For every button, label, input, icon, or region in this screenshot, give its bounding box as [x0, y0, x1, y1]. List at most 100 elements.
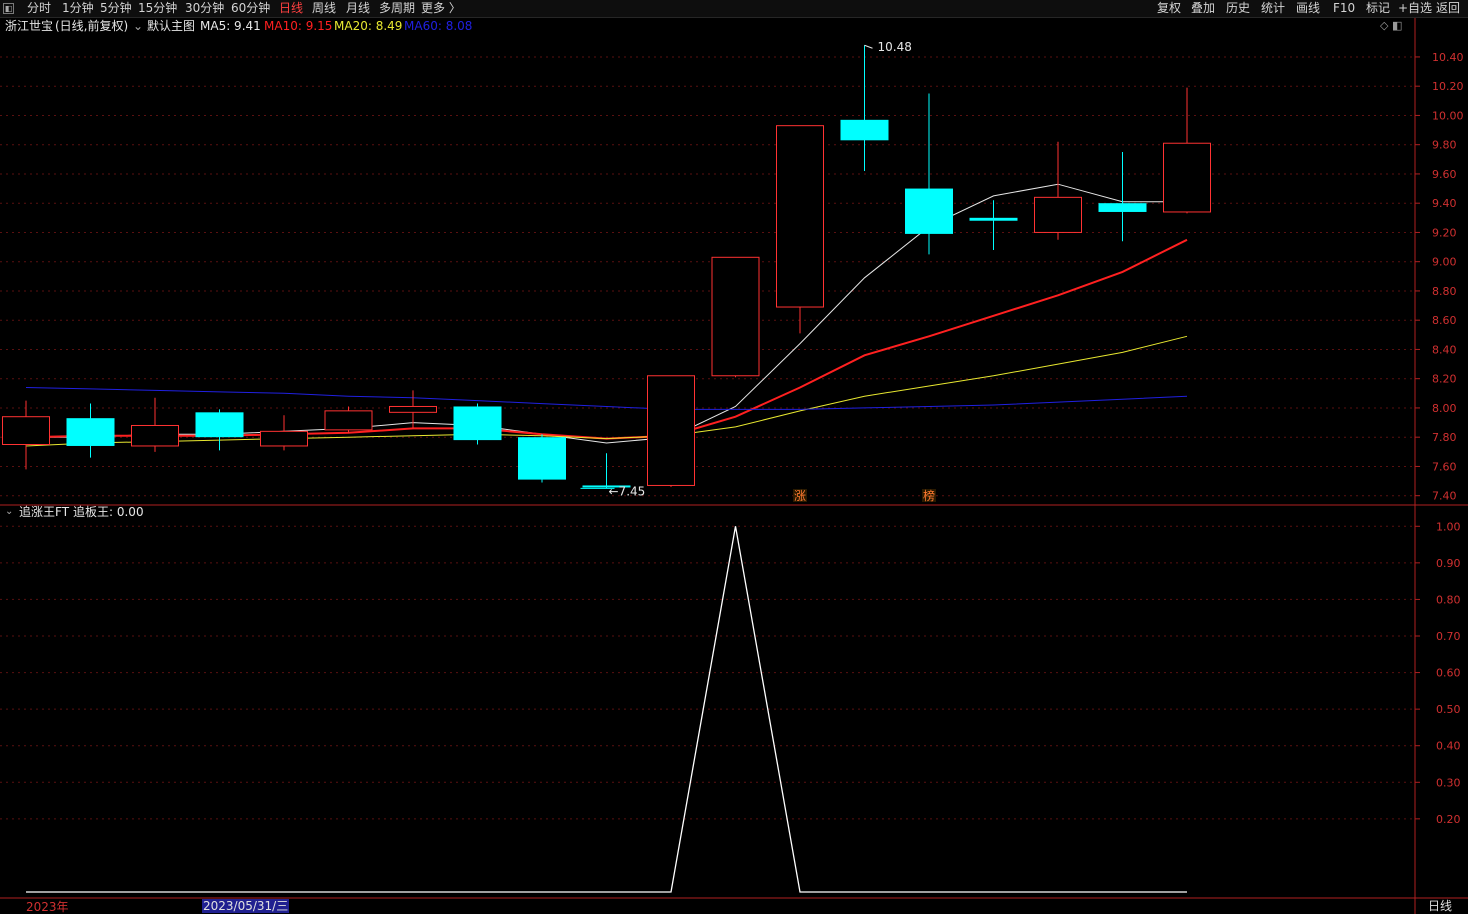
tab-multi-period[interactable]: 多周期: [379, 0, 415, 17]
chart-canvas[interactable]: 7.40 7.60 7.80 8.00 8.20 8.40 8.60 8.80 9.00 9.20…: [0, 0, 1468, 914]
high-price-label: 10.48: [878, 40, 912, 54]
collapse-icon[interactable]: ◧: [3, 3, 14, 14]
indicator-tick-label: 0.40: [1436, 740, 1461, 753]
tab-fenshi[interactable]: 分时: [27, 0, 51, 17]
event-marker: 榜: [923, 488, 935, 503]
indicator-tick-label: 0.60: [1436, 667, 1461, 680]
candle-body-down: [453, 406, 502, 441]
candle-body-down: [1098, 203, 1147, 212]
indicator-tick-label: 0.90: [1436, 557, 1461, 570]
price-tick-label: 8.40: [1432, 343, 1457, 356]
candle-body-up: [711, 256, 760, 377]
tab-more[interactable]: 更多 〉: [421, 0, 461, 17]
ma5-label: MA5: 9.41: [200, 19, 261, 33]
indicator-axis: 0.20 0.30 0.40 0.50 0.60 0.70 0.80 0.90 1.00: [1415, 520, 1461, 826]
candle-body-up: [389, 405, 437, 413]
candle: [1034, 141, 1082, 240]
tab-weekly[interactable]: 周线: [312, 0, 336, 17]
candle-body-up: [1034, 196, 1082, 233]
dropdown-icon[interactable]: ⌄: [133, 18, 143, 34]
candle: [969, 200, 1018, 250]
indicator-tick-label: 0.50: [1436, 703, 1461, 716]
price-tick-label: 10.00: [1432, 109, 1464, 122]
candle: [518, 434, 566, 483]
tab-monthly[interactable]: 月线: [346, 0, 370, 17]
candle-body-down: [969, 217, 1018, 221]
mark-button[interactable]: 标记: [1366, 0, 1390, 17]
period-label[interactable]: 日线: [1428, 899, 1452, 913]
ma-line-ma10: [25, 238, 1188, 440]
candle: [131, 397, 179, 452]
event-marker: 涨: [794, 488, 806, 503]
tab-15min[interactable]: 15分钟: [138, 0, 177, 17]
indicator-value: 追板王: 0.00: [73, 505, 144, 519]
indicator-tick-label: 0.30: [1436, 776, 1461, 789]
period-adjust-label[interactable]: (日线,前复权): [55, 18, 128, 34]
year-label: 2023年: [26, 900, 69, 914]
stock-name[interactable]: 浙江世宝: [5, 18, 53, 34]
candle: [195, 409, 244, 451]
tab-daily[interactable]: 日线: [279, 0, 303, 17]
candle-body-up: [776, 125, 824, 308]
candle: [582, 453, 631, 489]
f10-button[interactable]: F10: [1333, 0, 1355, 17]
candle-body-up: [2, 416, 50, 445]
candle-body-up: [131, 424, 179, 447]
low-price-label: ←7.45: [609, 484, 646, 498]
tab-60min[interactable]: 60分钟: [231, 0, 270, 17]
template-label[interactable]: 默认主图: [147, 18, 195, 34]
indicator-grid: [0, 525, 1415, 820]
candle-body-up: [647, 375, 695, 486]
tab-1min[interactable]: 1分钟: [62, 0, 94, 17]
price-tick-label: 8.60: [1432, 314, 1457, 327]
overlay-button[interactable]: 叠加: [1191, 0, 1215, 17]
back-button[interactable]: 返回: [1436, 0, 1460, 17]
tab-5min[interactable]: 5分钟: [100, 0, 132, 17]
ma10-label: MA10: 9.15: [264, 19, 333, 33]
candle: [840, 45, 889, 172]
indicator-tick-label: 0.80: [1436, 593, 1461, 606]
candle-body-down: [840, 119, 889, 141]
add-watchlist-button[interactable]: +自选: [1398, 0, 1432, 17]
price-tick-label: 10.40: [1432, 51, 1464, 64]
indicator-name[interactable]: 追涨王FT: [19, 504, 69, 520]
ma-line-ma60: [25, 387, 1188, 410]
high-pointer: [864, 44, 873, 49]
price-tick-label: 9.80: [1432, 139, 1457, 152]
adjust-button[interactable]: 复权: [1157, 0, 1181, 17]
candle-body-down: [905, 188, 953, 234]
price-tick-label: 8.20: [1432, 373, 1457, 386]
candle: [66, 403, 115, 458]
candlesticks[interactable]: [2, 45, 1211, 489]
candle-body-down: [518, 437, 566, 480]
tab-30min[interactable]: 30分钟: [185, 0, 224, 17]
candle-body-up: [1163, 142, 1211, 213]
candle: [711, 256, 760, 378]
draw-line-button[interactable]: 画线: [1296, 0, 1320, 17]
candle: [2, 400, 50, 470]
indicator-tick-label: 0.20: [1436, 813, 1461, 826]
candle: [453, 403, 502, 445]
price-tick-label: 9.60: [1432, 168, 1457, 181]
stats-button[interactable]: 统计: [1261, 0, 1285, 17]
candle: [324, 406, 373, 433]
price-axis: 7.40 7.60 7.80 8.00 8.20 8.40 8.60 8.80 9.00 9.20…: [1415, 51, 1464, 503]
panel-settings-icon[interactable]: ◇ ◧: [1380, 19, 1402, 32]
indicator-dropdown-icon[interactable]: ⌄: [5, 504, 13, 520]
indicator-tick-label: 0.70: [1436, 630, 1461, 643]
price-tick-label: 10.20: [1432, 80, 1464, 93]
candle: [1098, 152, 1147, 242]
history-button[interactable]: 历史: [1226, 0, 1250, 17]
cursor-date-label: 2023/05/31/三: [202, 899, 290, 913]
candle-body-down: [195, 412, 244, 438]
ma-lines: [25, 183, 1188, 447]
ma60-label: MA60: 8.08: [404, 19, 473, 33]
candle: [647, 375, 695, 487]
price-tick-label: 9.40: [1432, 197, 1457, 210]
candle-body-down: [66, 418, 115, 446]
price-tick-label: 7.80: [1432, 431, 1457, 444]
ma20-label: MA20: 8.49: [334, 19, 403, 33]
price-tick-label: 8.80: [1432, 285, 1457, 298]
price-tick-label: 9.20: [1432, 226, 1457, 239]
price-tick-label: 7.60: [1432, 460, 1457, 473]
